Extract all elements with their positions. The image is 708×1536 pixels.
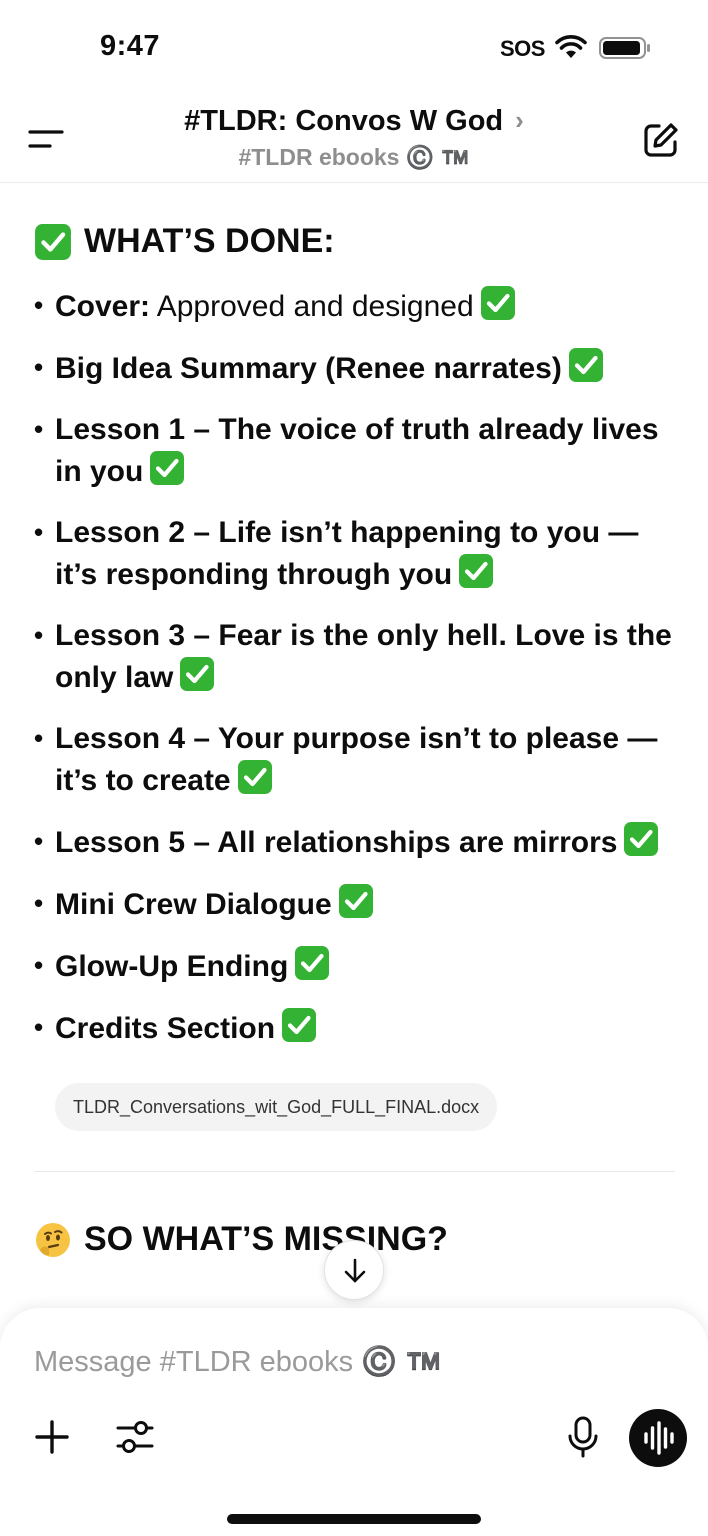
list-item-bold: Glow-Up Ending <box>55 950 289 983</box>
status-bar: 9:47 SOS <box>0 0 708 90</box>
file-attachment-chip[interactable]: TLDR_Conversations_wit_God_FULL_FINAL.do… <box>55 1083 498 1131</box>
waveform-icon <box>644 1421 674 1455</box>
message-composer <box>0 1308 708 1536</box>
list-item-bold: Lesson 4 – Your purpose isn’t to please … <box>55 722 658 797</box>
white-check-mark-icon <box>35 223 71 260</box>
scroll-to-bottom-button[interactable] <box>324 1240 384 1300</box>
white-check-mark-icon <box>180 657 215 691</box>
conversation-title: #TLDR: Convos W God <box>184 105 504 137</box>
voice-mode-button[interactable] <box>629 1409 687 1467</box>
list-item-bold: Lesson 5 – All relationships are mirrors <box>55 826 618 859</box>
white-check-mark-icon <box>459 554 494 588</box>
white-check-mark-icon <box>237 760 272 794</box>
chevron-right-icon: › <box>515 105 524 135</box>
list-item: Lesson 3 – Fear is the only hell. Love i… <box>34 615 674 698</box>
list-item: Lesson 5 – All relationships are mirrors <box>34 821 674 863</box>
status-time: 9:47 <box>100 30 161 62</box>
section-heading-missing: SO WHAT’S MISSING? <box>34 1220 448 1259</box>
list-item: Lesson 4 – Your purpose isn’t to please … <box>34 718 674 801</box>
project-subtitle: #TLDR ebooks ©️ ™️ <box>238 144 470 170</box>
white-check-mark-icon <box>338 884 373 918</box>
list-item-bold: Credits Section <box>55 1012 276 1045</box>
list-item-bold: Cover: <box>55 290 151 323</box>
arrow-down-icon <box>344 1258 366 1283</box>
list-item: Big Idea Summary (Renee narrates) <box>34 347 674 389</box>
wifi-icon <box>555 35 587 58</box>
list-item-bold: Lesson 1 – The voice of truth already li… <box>55 413 659 488</box>
list-item-bold: Lesson 2 – Life isn’t happening to you —… <box>55 516 639 591</box>
white-check-mark-icon <box>150 451 185 485</box>
status-sos: SOS <box>500 36 545 61</box>
done-list: Cover: Approved and designed Big Idea Su… <box>34 285 674 1069</box>
list-item: Glow-Up Ending <box>34 945 674 987</box>
home-indicator <box>227 1514 481 1524</box>
white-check-mark-icon <box>295 946 330 980</box>
list-item: Credits Section <box>34 1007 674 1049</box>
list-item: Cover: Approved and designed <box>34 285 674 327</box>
list-item: Lesson 1 – The voice of truth already li… <box>34 409 674 492</box>
thinking-face-icon <box>36 1222 70 1257</box>
white-check-mark-icon <box>480 286 515 320</box>
message-content: WHAT’S DONE: Cover: Approved and designe… <box>0 185 708 1305</box>
section-heading-missing-text: SO WHAT’S MISSING? <box>84 1220 448 1258</box>
list-item-bold: Big Idea Summary (Renee narrates) <box>55 352 562 385</box>
section-heading-done-text: WHAT’S DONE: <box>84 222 335 260</box>
list-item-bold: Lesson 3 – Fear is the only hell. Love i… <box>55 619 672 694</box>
microphone-icon[interactable] <box>566 1416 600 1458</box>
white-check-mark-icon <box>624 822 659 856</box>
white-check-mark-icon <box>282 1008 317 1042</box>
conversation-header: #TLDR: Convos W God › #TLDR ebooks ©️ ™️ <box>0 95 708 183</box>
new-chat-icon[interactable] <box>642 121 680 159</box>
message-input[interactable] <box>34 1338 634 1386</box>
battery-icon <box>599 37 650 59</box>
list-item-text: Approved and designed <box>150 290 474 323</box>
tools-sliders-icon[interactable] <box>115 1418 155 1456</box>
list-item-bold: Mini Crew Dialogue <box>55 888 332 921</box>
plus-icon[interactable] <box>34 1419 70 1455</box>
conversation-title-group[interactable]: #TLDR: Convos W God › #TLDR ebooks ©️ ™️ <box>0 105 708 171</box>
list-item: Lesson 2 – Life isn’t happening to you —… <box>34 512 674 595</box>
section-divider <box>34 1171 675 1172</box>
white-check-mark-icon <box>568 348 603 382</box>
list-item: Mini Crew Dialogue <box>34 883 674 925</box>
section-heading-done: WHAT’S DONE: <box>34 222 335 261</box>
